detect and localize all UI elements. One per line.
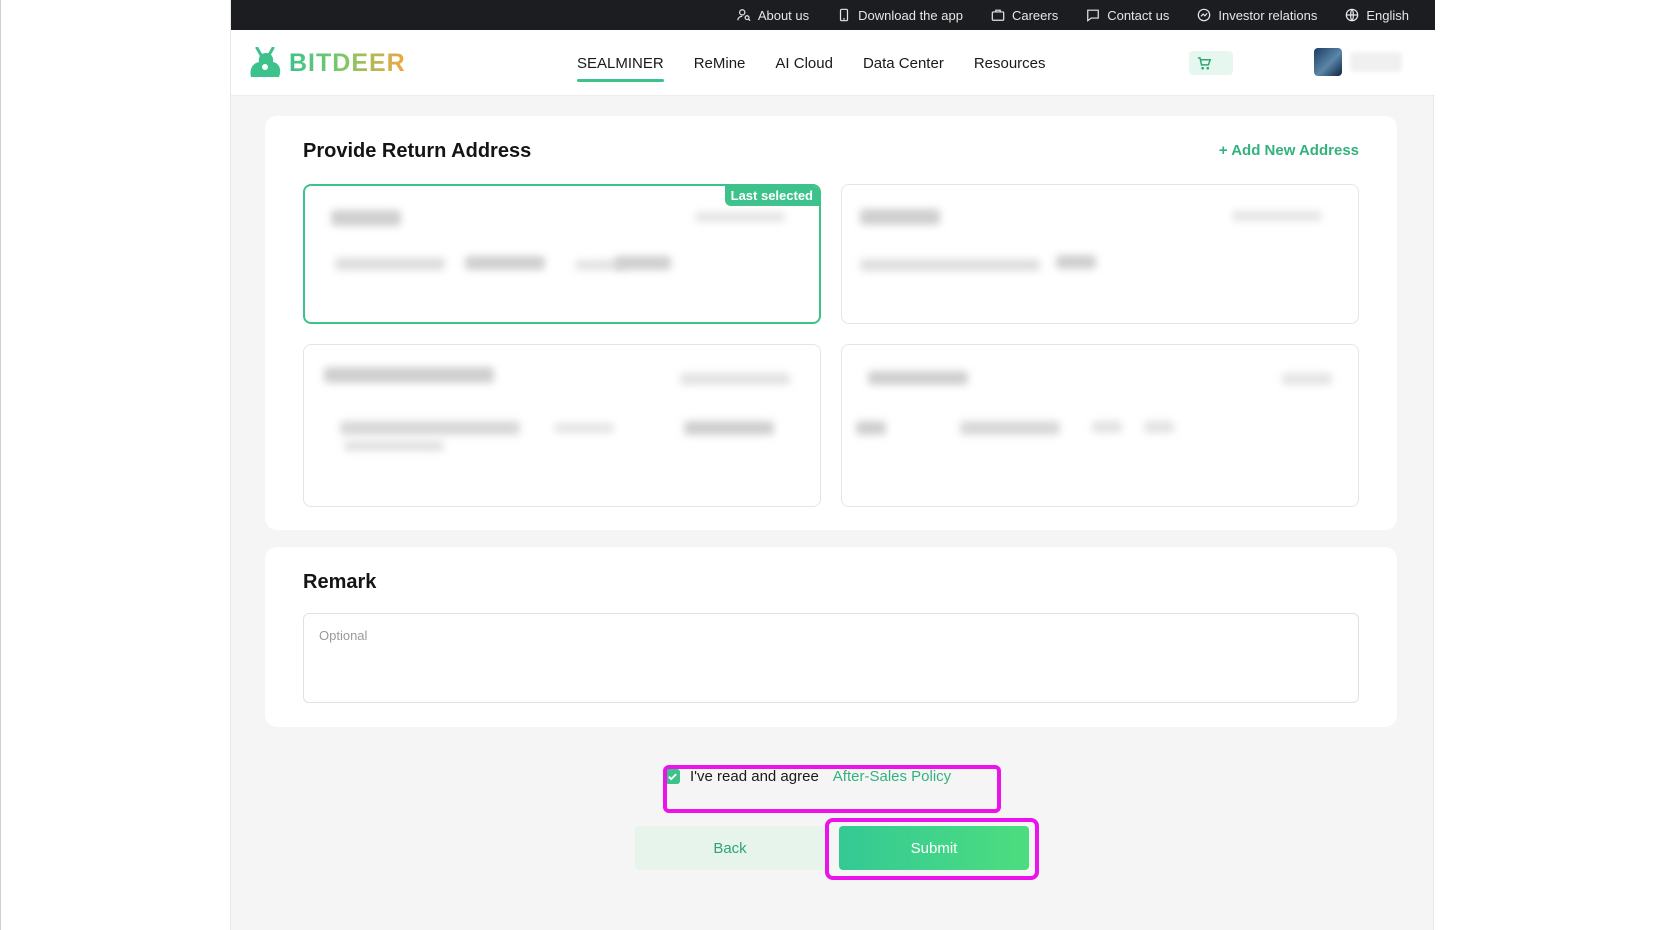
topbar-about-us-label: About us: [757, 7, 810, 23]
brand-logo-text: BITDEER: [289, 48, 406, 77]
redacted-text: [695, 212, 785, 222]
return-address-card: Provide Return Address + Add New Address…: [265, 116, 1397, 530]
window-frame-edge: [0, 0, 1, 930]
redacted-text: [684, 421, 774, 435]
address-option-1[interactable]: Last selected: [303, 184, 821, 324]
person-search-icon: [737, 9, 751, 22]
cart-icon: [1197, 56, 1212, 69]
topbar-investor-relations-label: Investor relations: [1218, 7, 1318, 23]
redacted-text: [960, 421, 1060, 435]
return-address-title: Provide Return Address: [303, 140, 532, 162]
redacted-text: [324, 367, 494, 383]
topbar-language-label: English: [1366, 7, 1409, 23]
nav-item-data-center[interactable]: Data Center: [863, 30, 944, 96]
topbar-investor-relations[interactable]: Investor relations: [1197, 8, 1317, 23]
topbar-download-app-label: Download the app: [858, 7, 963, 23]
redacted-text: [868, 371, 968, 385]
chat-bubble-icon: [1087, 9, 1100, 22]
user-name-redacted[interactable]: [1350, 52, 1402, 72]
redacted-text: [335, 258, 445, 270]
redacted-text: [331, 210, 401, 226]
topbar-language[interactable]: English: [1345, 8, 1409, 23]
topbar-about-us[interactable]: About us: [737, 8, 809, 23]
topbar-contact-us[interactable]: Contact us: [1086, 8, 1169, 23]
address-option-2[interactable]: [841, 184, 1359, 324]
last-selected-badge: Last selected: [724, 186, 819, 206]
nav-item-remine[interactable]: ReMine: [694, 30, 746, 96]
redacted-text: [680, 373, 790, 385]
phone-icon: [840, 8, 849, 22]
redacted-text: [465, 256, 545, 270]
back-button[interactable]: Back: [635, 826, 825, 870]
add-new-address-button[interactable]: + Add New Address: [1219, 142, 1359, 159]
chart-circle-icon: [1198, 8, 1211, 22]
redacted-text: [1092, 421, 1122, 433]
redacted-text: [860, 209, 940, 225]
top-utility-bar: About us Download the app Careers Contac…: [231, 0, 1435, 30]
topbar-careers[interactable]: Careers: [991, 8, 1058, 23]
redacted-text: [344, 441, 444, 451]
topbar-careers-label: Careers: [1011, 7, 1059, 23]
globe-icon: [1346, 8, 1359, 22]
redacted-text: [1144, 421, 1174, 433]
cart-button[interactable]: [1189, 51, 1233, 75]
briefcase-icon: [991, 9, 1005, 21]
bitdeer-logo-icon: [250, 47, 281, 77]
highlight-box-agreement: [663, 765, 1001, 813]
redacted-text: [1056, 255, 1096, 269]
nav-item-resources[interactable]: Resources: [974, 30, 1046, 96]
redacted-text: [860, 259, 1040, 271]
nav-item-sealminer[interactable]: SEALMINER: [577, 30, 664, 96]
main-nav: SEALMINER ReMine AI Cloud Data Center Re…: [577, 30, 1046, 96]
redacted-text: [615, 256, 671, 270]
address-option-4[interactable]: [841, 344, 1359, 507]
redacted-text: [856, 421, 886, 435]
topbar-download-app[interactable]: Download the app: [837, 8, 963, 23]
topbar-contact-us-label: Contact us: [1107, 7, 1170, 23]
remark-title: Remark: [303, 571, 377, 593]
redacted-text: [554, 423, 614, 433]
redacted-text: [1282, 373, 1332, 385]
brand-logo[interactable]: BITDEER: [247, 47, 406, 79]
redacted-text: [340, 421, 520, 435]
page-container: About us Download the app Careers Contac…: [230, 0, 1435, 930]
remark-card: Remark: [265, 547, 1397, 727]
main-header: BITDEER SEALMINER ReMine AI Cloud Data C…: [231, 30, 1435, 96]
avatar[interactable]: [1314, 48, 1342, 76]
nav-item-ai-cloud[interactable]: AI Cloud: [775, 30, 833, 96]
remark-input[interactable]: [303, 613, 1359, 703]
redacted-text: [1232, 211, 1322, 221]
address-option-3[interactable]: [303, 344, 821, 507]
highlight-box-submit: [825, 818, 1039, 880]
